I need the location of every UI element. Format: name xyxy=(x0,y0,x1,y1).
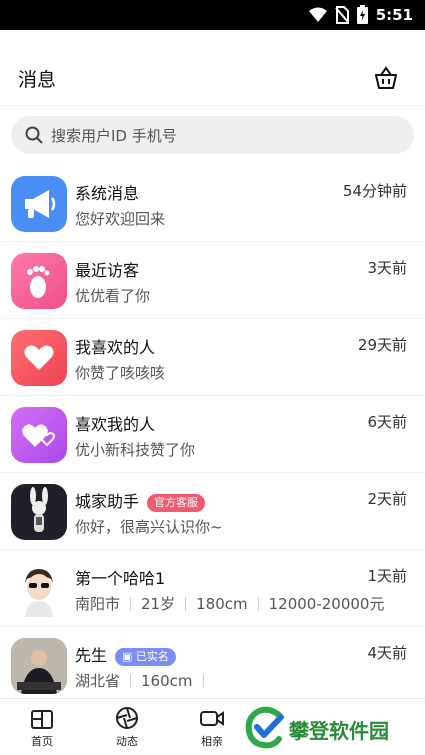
search-placeholder: 搜索用户ID 手机号 xyxy=(51,127,177,145)
search-icon xyxy=(25,126,43,144)
item-name-text: 先生 xyxy=(75,646,108,665)
basket-icon[interactable] xyxy=(373,65,399,91)
meta-age: 21岁 xyxy=(141,595,176,613)
item-time: 2天前 xyxy=(367,490,407,508)
item-time: 1天前 xyxy=(367,567,407,585)
status-bar: 5:51 xyxy=(0,0,425,30)
page-header: 消息 xyxy=(0,50,425,106)
item-time: 29天前 xyxy=(357,336,407,354)
item-time: 54分钟前 xyxy=(342,182,407,200)
hearts-icon xyxy=(11,407,67,463)
divider xyxy=(130,596,132,611)
verified-label: 已实名 xyxy=(135,649,169,663)
search-bar[interactable]: 搜索用户ID 手机号 xyxy=(11,116,414,154)
item-preview: 优小新科技赞了你 xyxy=(75,441,196,459)
divider xyxy=(202,673,204,688)
item-time: 6天前 xyxy=(367,413,407,431)
meta-height: 180cm xyxy=(196,594,248,613)
no-sim-icon xyxy=(334,5,349,24)
item-name: 第一个哈哈1 xyxy=(75,569,166,588)
rabbit-avatar xyxy=(11,484,67,540)
status-icons: 5:51 xyxy=(308,5,413,24)
wifi-icon xyxy=(308,7,327,22)
watermark: 攀登软件园 xyxy=(237,705,425,751)
item-name: 我喜欢的人 xyxy=(75,338,156,357)
item-preview: 您好欢迎回来 xyxy=(75,210,166,228)
meta-city: 湖北省 xyxy=(75,672,121,690)
list-item-likes-me[interactable]: 喜欢我的人 6天前 优小新科技赞了你 xyxy=(0,396,425,473)
user-meta: 湖北省 160cm xyxy=(75,670,214,691)
verified-tag: ▣ 已实名 xyxy=(115,647,176,666)
divider xyxy=(130,673,132,688)
id-card-icon: ▣ xyxy=(122,649,133,663)
divider xyxy=(257,596,259,611)
video-icon xyxy=(200,711,224,726)
item-name: 喜欢我的人 xyxy=(75,415,156,434)
item-time: 4天前 xyxy=(367,644,407,662)
megaphone-icon xyxy=(11,176,67,232)
item-preview: 优优看了你 xyxy=(75,287,151,305)
item-time: 3天前 xyxy=(367,259,407,277)
item-name: 系统消息 xyxy=(75,184,140,203)
home-icon xyxy=(31,710,53,729)
nav-label: 相亲 xyxy=(201,735,223,748)
nav-moments[interactable]: 动态 xyxy=(97,705,157,749)
item-preview: 你好，很高兴认识你~ xyxy=(75,518,223,536)
divider xyxy=(185,596,187,611)
nav-home[interactable]: 首页 xyxy=(12,705,72,749)
footprint-icon xyxy=(11,253,67,309)
heart-icon xyxy=(11,330,67,386)
nav-dating[interactable]: 相亲 xyxy=(182,705,242,749)
nav-label: 动态 xyxy=(116,735,138,748)
list-item-system[interactable]: 系统消息 54分钟前 您好欢迎回来 xyxy=(0,165,425,242)
battery-charging-icon xyxy=(356,5,368,24)
meta-city: 南阳市 xyxy=(75,595,121,613)
meta-income: 12000-20000元 xyxy=(268,595,385,613)
official-tag: 官方客服 xyxy=(147,493,206,512)
status-time: 5:51 xyxy=(375,5,413,24)
user-avatar xyxy=(11,561,67,617)
item-name-text: 城家助手 xyxy=(75,492,140,511)
meta-height: 160cm xyxy=(141,671,193,690)
list-item-assistant[interactable]: 城家助手 官方客服 2天前 你好，很高兴认识你~ xyxy=(0,473,425,550)
item-name: 先生 ▣ 已实名 xyxy=(75,642,176,666)
item-name: 城家助手 官方客服 xyxy=(75,488,206,512)
list-item-user-2[interactable]: 先生 ▣ 已实名 4天前 湖北省 160cm xyxy=(0,627,425,704)
list-item-user-1[interactable]: 第一个哈哈1 1天前 南阳市 21岁 180cm 12000-20000元 xyxy=(0,550,425,627)
user-photo-avatar xyxy=(11,638,67,694)
page-title: 消息 xyxy=(18,69,57,91)
aperture-icon xyxy=(116,707,138,729)
watermark-text: 攀登软件园 xyxy=(289,719,389,743)
list-item-i-like[interactable]: 我喜欢的人 29天前 你赞了咳咳咳 xyxy=(0,319,425,396)
nav-label: 首页 xyxy=(31,735,53,748)
watermark-logo xyxy=(245,706,284,749)
item-name: 最近访客 xyxy=(75,261,140,280)
list-item-visitors[interactable]: 最近访客 3天前 优优看了你 xyxy=(0,242,425,319)
item-preview: 你赞了咳咳咳 xyxy=(75,364,166,382)
user-meta: 南阳市 21岁 180cm 12000-20000元 xyxy=(75,593,384,614)
